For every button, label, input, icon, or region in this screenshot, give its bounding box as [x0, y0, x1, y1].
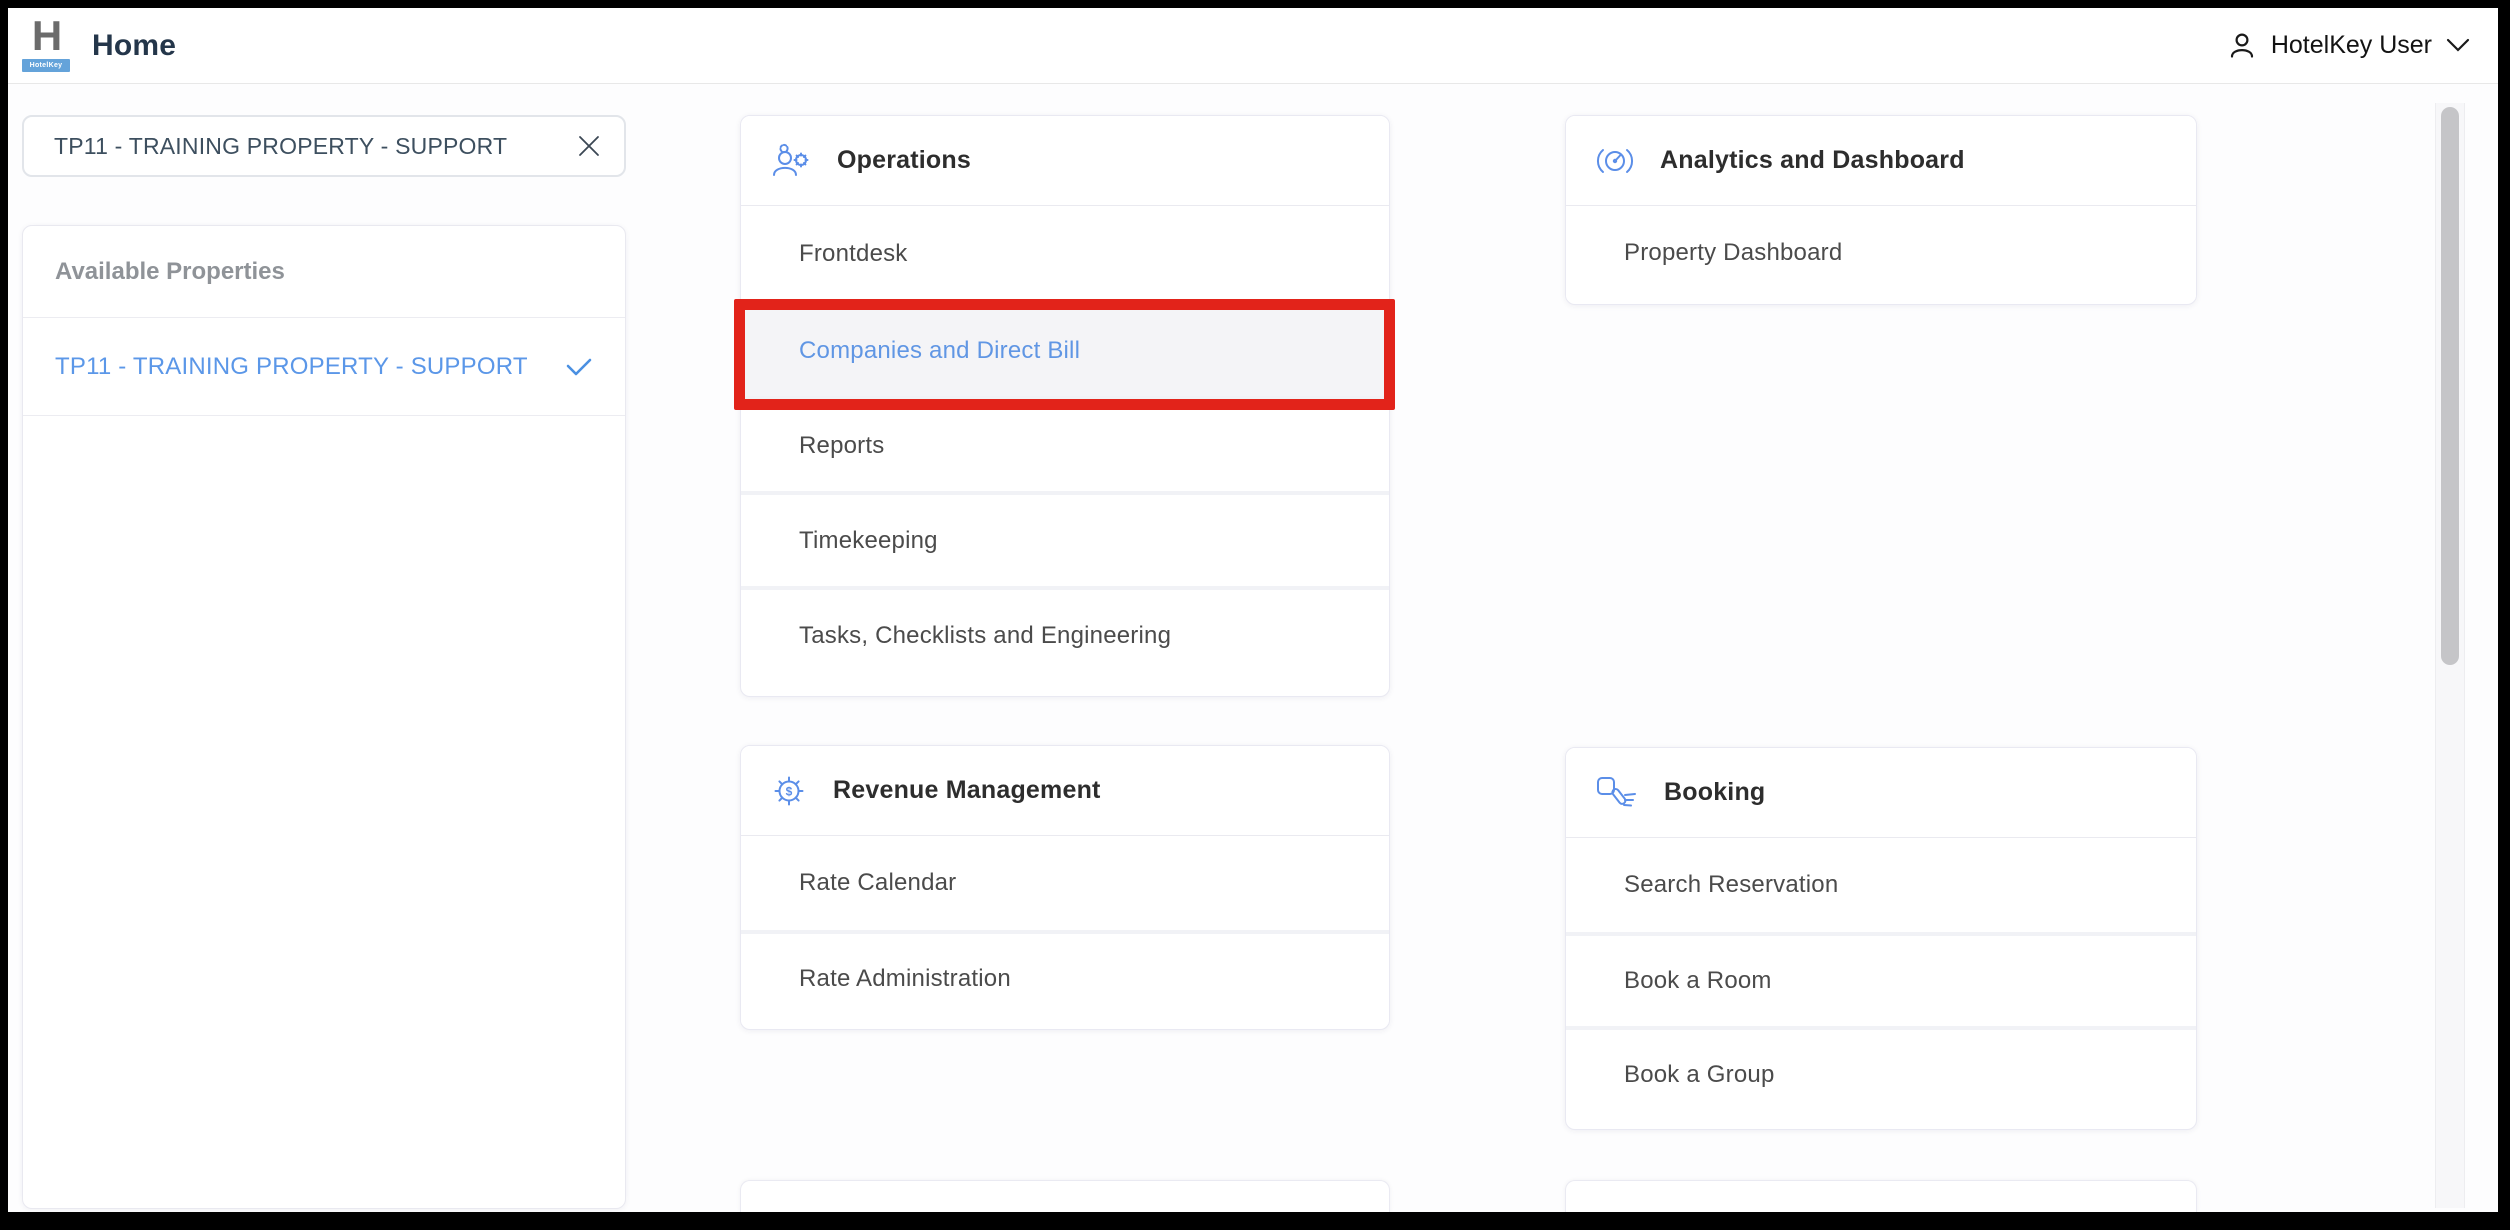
operations-icon — [771, 143, 811, 179]
card-revenue-header: $ Revenue Management — [741, 746, 1389, 836]
card-booking-title: Booking — [1664, 778, 1765, 807]
logo-letter: H — [22, 13, 70, 59]
hotelkey-logo: H HotelKey — [22, 13, 70, 72]
chevron-down-icon — [2446, 38, 2470, 53]
revenue-gear-dollar-icon: $ — [771, 773, 807, 809]
clear-search-icon[interactable] — [578, 135, 600, 157]
card-analytics-header: Analytics and Dashboard — [1566, 116, 2196, 206]
user-menu[interactable]: HotelKey User — [2227, 31, 2470, 61]
menu-item-rate-administration[interactable]: Rate Administration — [741, 930, 1389, 1024]
user-name: HotelKey User — [2271, 31, 2432, 60]
card-operations: Operations Frontdesk Companies and Direc… — [740, 115, 1390, 697]
menu-item-property-dashboard[interactable]: Property Dashboard — [1566, 206, 2196, 300]
menu-item-book-a-group[interactable]: Book a Group — [1566, 1026, 2196, 1120]
menu-item-book-a-room[interactable]: Book a Room — [1566, 932, 2196, 1026]
booking-click-icon — [1596, 776, 1638, 810]
screenshot-frame: H HotelKey Home HotelKey User TP11 - TRA… — [0, 0, 2510, 1230]
menu-item-reports[interactable]: Reports — [741, 396, 1389, 491]
partial-card-right — [1565, 1180, 2197, 1212]
partial-card-middle — [740, 1180, 1390, 1212]
menu-item-timekeeping[interactable]: Timekeeping — [741, 491, 1389, 586]
available-properties-header: Available Properties — [23, 226, 625, 318]
top-bar: H HotelKey Home HotelKey User — [8, 8, 2498, 84]
available-properties-panel: Available Properties TP11 - TRAINING PRO… — [22, 225, 626, 1209]
property-list-item[interactable]: TP11 - TRAINING PROPERTY - SUPPORT — [23, 318, 625, 416]
card-booking-header: Booking — [1566, 748, 2196, 838]
app-window: H HotelKey Home HotelKey User TP11 - TRA… — [8, 8, 2498, 1212]
menu-item-companies-and-direct-bill[interactable]: Companies and Direct Bill — [741, 301, 1389, 396]
page-title: Home — [92, 29, 176, 63]
user-icon — [2227, 31, 2257, 61]
vertical-scrollbar-thumb[interactable] — [2441, 107, 2459, 665]
card-operations-title: Operations — [837, 146, 971, 175]
menu-item-rate-calendar[interactable]: Rate Calendar — [741, 836, 1389, 930]
card-revenue-title: Revenue Management — [833, 776, 1101, 805]
card-operations-header: Operations — [741, 116, 1389, 206]
property-label: TP11 - TRAINING PROPERTY - SUPPORT — [55, 353, 528, 381]
check-icon — [565, 357, 593, 377]
card-revenue-management: $ Revenue Management Rate Calendar Rate … — [740, 745, 1390, 1030]
card-analytics: Analytics and Dashboard Property Dashboa… — [1565, 115, 2197, 305]
property-search-input[interactable]: TP11 - TRAINING PROPERTY - SUPPORT — [22, 115, 626, 177]
analytics-icon — [1596, 145, 1634, 177]
search-value: TP11 - TRAINING PROPERTY - SUPPORT — [54, 133, 507, 160]
menu-item-tasks-checklists-engineering[interactable]: Tasks, Checklists and Engineering — [741, 586, 1389, 681]
card-booking: Booking Search Reservation Book a Room B… — [1565, 747, 2197, 1130]
menu-item-search-reservation[interactable]: Search Reservation — [1566, 838, 2196, 932]
vertical-scrollbar-track[interactable] — [2435, 103, 2465, 1208]
menu-item-frontdesk[interactable]: Frontdesk — [741, 206, 1389, 301]
svg-text:$: $ — [786, 784, 793, 798]
card-analytics-title: Analytics and Dashboard — [1660, 146, 1965, 175]
logo-banner-label: HotelKey — [22, 59, 70, 72]
